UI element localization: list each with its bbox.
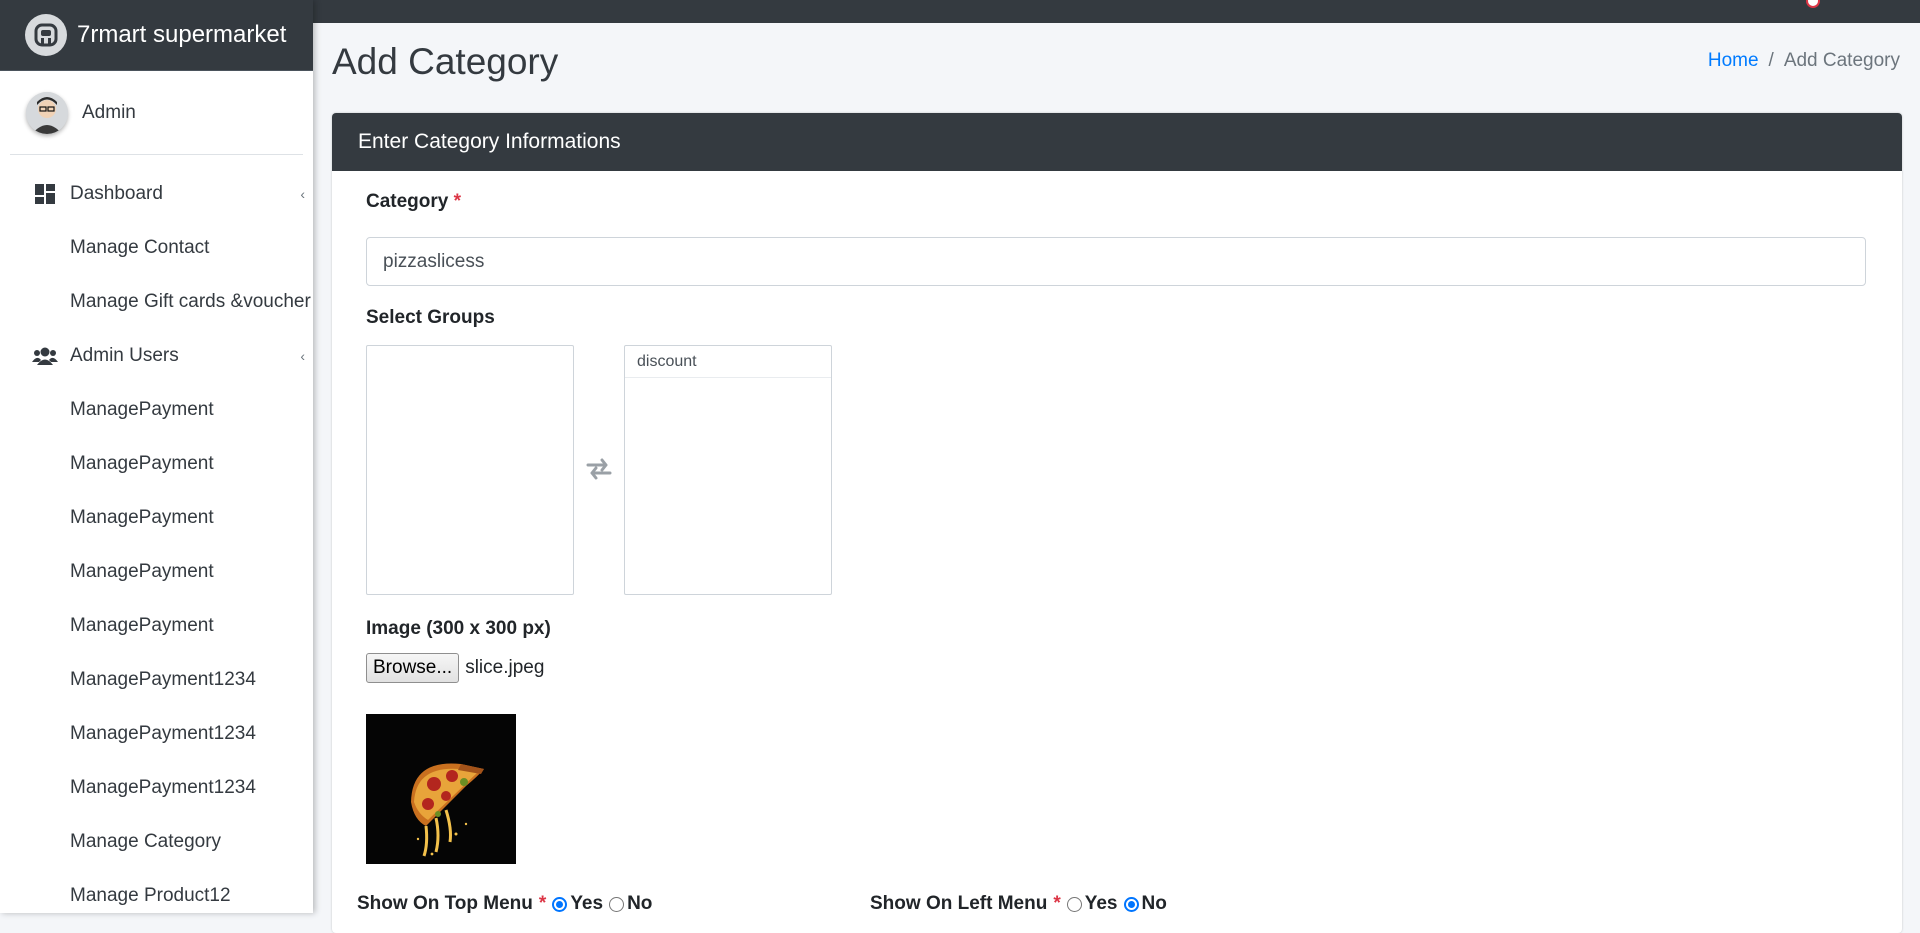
category-label-text: Category <box>366 191 449 212</box>
sidebar-item-label: ManagePayment1234 <box>70 723 256 744</box>
sidebar-item-manage-payment[interactable]: ManagePayment <box>0 437 313 491</box>
select-groups-label: Select Groups <box>366 307 495 328</box>
category-form-card: Enter Category Informations Category * S… <box>332 113 1902 933</box>
sidebar-item-manage-payment[interactable]: ManagePayment <box>0 383 313 437</box>
sidebar-item-label: Dashboard <box>70 183 163 204</box>
sidebar-item-manage-payment-1234[interactable]: ManagePayment1234 <box>0 707 313 761</box>
browse-button[interactable]: Browse... <box>366 653 460 683</box>
left-menu-no-label: No <box>1141 893 1167 914</box>
breadcrumb-separator: / <box>1768 50 1774 71</box>
sidebar-nav: Dashboard ‹ Manage Contact Manage Gift c… <box>0 155 313 913</box>
required-mark: * <box>1053 893 1061 914</box>
page-title: Add Category <box>332 41 559 82</box>
show-on-top-menu-label: Show On Top Menu <box>357 893 533 914</box>
sidebar-item-manage-payment[interactable]: ManagePayment <box>0 491 313 545</box>
user-panel[interactable]: Admin <box>10 71 303 155</box>
sidebar-item-manage-payment[interactable]: ManagePayment <box>0 599 313 653</box>
sidebar-item-label: Manage Category <box>70 831 222 852</box>
user-name: Admin <box>82 101 136 123</box>
sidebar-item-label: ManagePayment1234 <box>70 669 256 690</box>
available-groups-listbox[interactable] <box>366 345 574 595</box>
selected-groups-listbox[interactable]: discount <box>624 345 832 595</box>
language-flag-icon[interactable] <box>1806 0 1820 8</box>
left-menu-no-radio[interactable] <box>1123 896 1139 912</box>
main-content: Add Category Home / Add Category Enter C… <box>313 23 1920 933</box>
breadcrumb-current: Add Category <box>1783 50 1900 71</box>
swap-arrows-icon[interactable] <box>584 457 614 481</box>
sidebar-item-label: ManagePayment <box>70 561 214 582</box>
sidebar-item-label: ManagePayment1234 <box>70 777 256 798</box>
sidebar-item-manage-payment-1234[interactable]: ManagePayment1234 <box>0 761 313 815</box>
left-menu-yes-label: Yes <box>1084 893 1118 914</box>
brand-name: 7rmart supermarket <box>77 21 287 48</box>
sidebar-item-label: Manage Contact <box>70 237 210 258</box>
group-option-discount[interactable]: discount <box>625 346 831 378</box>
sidebar-item-label: Manage Product12 <box>70 885 231 906</box>
show-on-left-menu-group: Show On Left Menu * Yes No <box>870 893 1167 915</box>
sidebar-item-manage-category[interactable]: Manage Category <box>0 815 313 869</box>
app-logo-icon <box>25 14 67 56</box>
sidebar-item-label: ManagePayment <box>70 507 214 528</box>
sidebar-item-manage-product[interactable]: Manage Product12 <box>0 869 313 913</box>
dashboard-grid-icon <box>32 181 58 207</box>
sidebar-item-label: ManagePayment <box>70 453 214 474</box>
top-navbar <box>313 0 1920 23</box>
selected-file-name: slice.jpeg <box>465 657 545 678</box>
sidebar: 7rmart supermarket Admin Dashboard ‹ Man… <box>0 0 313 913</box>
top-menu-yes-label: Yes <box>570 893 604 914</box>
left-menu-yes-radio[interactable] <box>1066 896 1082 912</box>
show-on-left-menu-label: Show On Left Menu <box>870 893 1048 914</box>
sidebar-item-label: ManagePayment <box>70 615 214 636</box>
top-menu-no-radio[interactable] <box>609 896 625 912</box>
sidebar-item-label: Admin Users <box>70 345 179 366</box>
image-label: Image (300 x 300 px) <box>366 618 551 639</box>
file-input[interactable]: Browse... slice.jpeg <box>366 653 544 683</box>
sidebar-item-manage-payment-1234[interactable]: ManagePayment1234 <box>0 653 313 707</box>
sidebar-item-manage-contact[interactable]: Manage Contact <box>0 221 313 275</box>
required-mark: * <box>453 191 462 212</box>
top-menu-yes-radio[interactable] <box>552 896 568 912</box>
show-on-top-menu-group: Show On Top Menu * Yes No <box>357 893 652 915</box>
sidebar-item-manage-gift-cards[interactable]: Manage Gift cards &voucher <box>0 275 313 329</box>
category-input[interactable] <box>366 237 1866 286</box>
breadcrumb-home-link[interactable]: Home <box>1708 50 1759 72</box>
chevron-left-icon: ‹ <box>300 348 305 364</box>
sidebar-item-label: ManagePayment <box>70 399 214 420</box>
brand-link[interactable]: 7rmart supermarket <box>0 0 313 71</box>
sidebar-item-label: Manage Gift cards &voucher <box>70 291 311 312</box>
users-icon <box>32 343 58 369</box>
sidebar-item-manage-payment[interactable]: ManagePayment <box>0 545 313 599</box>
card-header: Enter Category Informations <box>332 113 1902 171</box>
required-mark: * <box>538 893 547 914</box>
category-label: Category * <box>366 191 461 213</box>
breadcrumb: Home / Add Category <box>1708 50 1900 72</box>
user-avatar <box>26 91 68 134</box>
chevron-left-icon: ‹ <box>300 186 305 202</box>
top-menu-no-label: No <box>627 893 653 914</box>
sidebar-item-dashboard[interactable]: Dashboard ‹ <box>0 167 313 221</box>
sidebar-item-admin-users[interactable]: Admin Users ‹ <box>0 329 313 383</box>
category-image-preview <box>366 714 516 864</box>
